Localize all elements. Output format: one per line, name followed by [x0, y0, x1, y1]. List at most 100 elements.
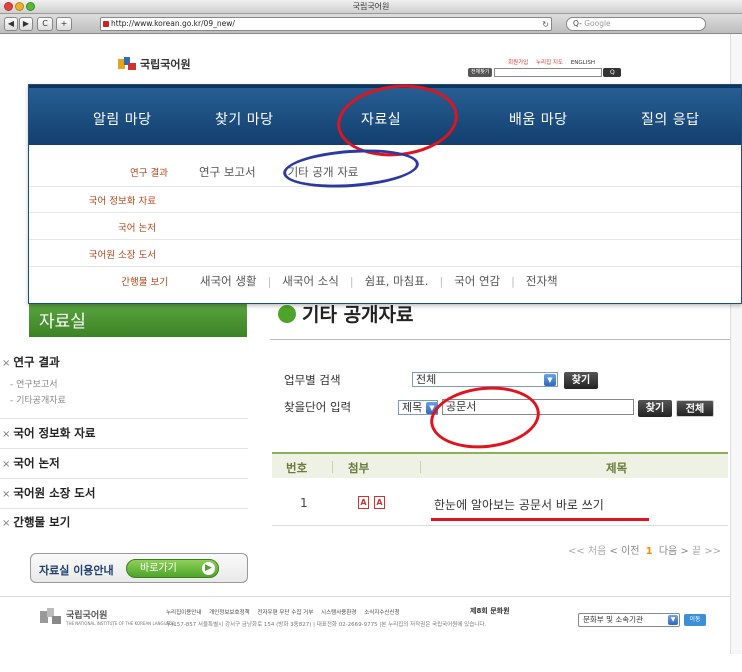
sidebar-divider	[0, 448, 248, 449]
address-bar[interactable]: http://www.korean.go.kr/09_new/ ↻	[100, 17, 552, 31]
related-sites-value: 문화부 및 소속기관	[583, 615, 643, 624]
footer-divider	[0, 596, 730, 597]
submenu-link-new-korean-life[interactable]: 새국어 생활	[200, 273, 257, 289]
site-search-button[interactable]: Q	[603, 67, 622, 77]
page-title-text: 기타 공개자료	[302, 304, 414, 326]
favicon-icon	[103, 21, 109, 27]
usage-guide-button-label: 바로가기	[140, 563, 177, 574]
pager-prev[interactable]: < 이전	[610, 546, 640, 557]
util-link-sitemap[interactable]: 누리집 지도	[536, 60, 563, 66]
sidebar-item-publications[interactable]: × 간행물 보기	[2, 514, 70, 530]
submenu-link-new-korean-news[interactable]: 새국어 소식	[282, 273, 339, 289]
submenu-link-other-public[interactable]: 기타 공개 자료	[288, 164, 359, 180]
footer-link[interactable]: 전자우편 무단 수집 거부	[257, 610, 313, 616]
browser-toolbar: ◀ ▶ C + http://www.korean.go.kr/09_new/ …	[0, 14, 742, 34]
sidebar-item-label: 간행물 보기	[13, 515, 71, 529]
bullet-icon: ×	[2, 358, 11, 369]
footer-link[interactable]: 시스템사용환경	[321, 610, 356, 616]
keyword-input[interactable]: 공문서	[442, 399, 634, 415]
back-button[interactable]: ◀	[4, 17, 18, 31]
sidebar-item-research[interactable]: × 연구 결과	[2, 354, 60, 370]
sidebar-sub-other-public[interactable]: - 기타공개자료	[10, 393, 66, 406]
add-bookmark-button[interactable]: +	[56, 17, 72, 31]
footer-logo-sub: THE NATIONAL INSTITUTE OF THE KOREAN LAN…	[66, 621, 175, 626]
submenu-link-ebook[interactable]: 전자책	[526, 273, 558, 289]
table-header: 번호 첨부 제목	[272, 452, 728, 478]
nav-item-notice[interactable]: 알림 마당	[93, 109, 151, 129]
mega-menu: 알림 마당 찾기 마당 자료실 배움 마당 질의 응답 연구 결과 연구 보고서…	[28, 84, 742, 304]
col-attach: 첨부	[348, 461, 370, 475]
browser-search-field[interactable]: Q- Google	[566, 17, 706, 31]
sidebar-divider	[0, 508, 248, 509]
usage-guide-label: 자료실 이용안내	[39, 564, 114, 577]
footer-link[interactable]: 누리집이용안내	[166, 610, 201, 616]
col-title: 제목	[606, 461, 628, 475]
related-sites-go-button[interactable]: 이동	[684, 614, 706, 626]
site-search-category[interactable]: 전체찾기	[468, 67, 493, 77]
submenu-row-publications: 간행물 보기 새국어 생활 | 새국어 소식 | 쉼표, 마침표. | 국어 연…	[29, 273, 558, 289]
footer-link[interactable]: 소식지수신신청	[364, 610, 399, 616]
submenu-link-punctuation[interactable]: 쉼표, 마침표.	[365, 273, 429, 289]
submenu-label-informatization[interactable]: 국어 정보화 자료	[29, 193, 156, 207]
forward-button[interactable]: ▶	[19, 17, 33, 31]
submenu-label-library[interactable]: 국어원 소장 도서	[29, 247, 156, 261]
submenu-link-yearbook[interactable]: 국어 연감	[454, 273, 500, 289]
site-search-input[interactable]	[494, 67, 603, 77]
nav-item-archive[interactable]: 자료실	[361, 109, 401, 129]
title-bullet-icon	[278, 305, 296, 323]
search-panel: 업무별 검색 전체 ▼ 찾기 찾을단어 입력 제목 ▼ 공문서 찾기 전체	[272, 362, 728, 432]
pager-next[interactable]: 다음 >	[659, 546, 689, 557]
sidebar-sub-label: 연구보고서	[16, 380, 58, 390]
submenu-link-reports[interactable]: 연구 보고서	[199, 164, 256, 180]
usage-guide-button[interactable]: 바로가기 ▶	[126, 559, 219, 578]
usage-guide-box: 자료실 이용안내 바로가기 ▶	[30, 553, 248, 583]
dept-search-button[interactable]: 찾기	[564, 372, 598, 389]
submenu-divider	[29, 212, 741, 213]
sidebar-item-papers[interactable]: × 국어 논저	[2, 455, 60, 471]
submenu-divider	[29, 239, 741, 240]
sidebar-divider	[0, 478, 248, 479]
sidebar-heading: 자료실	[29, 303, 247, 337]
address-text: http://www.korean.go.kr/09_new/	[111, 19, 235, 28]
related-sites-select[interactable]: 문화부 및 소속기관 ▼	[578, 613, 680, 627]
page-reload-icon[interactable]: ↻	[542, 19, 549, 31]
chevron-down-icon[interactable]: ▼	[426, 402, 438, 414]
logo-text: 국립국어원	[140, 58, 191, 71]
row-title-link[interactable]: 한눈에 알아보는 공문서 바로 쓰기	[434, 496, 604, 513]
bullet-icon: ×	[2, 489, 11, 500]
sidebar-divider	[0, 418, 248, 419]
pager-last[interactable]: 끝 >>	[692, 546, 721, 557]
dept-select[interactable]: 전체	[412, 372, 558, 387]
bullet-icon: ×	[2, 459, 11, 470]
submenu-label-research[interactable]: 연구 결과	[29, 165, 168, 179]
footer-award: 제8회 문화원	[470, 607, 510, 615]
pdf-icon[interactable]: A	[374, 496, 385, 509]
sidebar-sub-reports[interactable]: - 연구보고서	[10, 377, 58, 390]
nav-item-learn[interactable]: 배움 마당	[509, 109, 567, 129]
show-all-button[interactable]: 전체	[676, 400, 714, 417]
nav-item-find[interactable]: 찾기 마당	[215, 109, 273, 129]
arrow-right-icon: ▶	[202, 562, 215, 575]
nav-item-qna[interactable]: 질의 응답	[641, 109, 699, 129]
sidebar-item-informatization[interactable]: × 국어 정보화 자료	[2, 425, 95, 441]
find-button[interactable]: 찾기	[638, 400, 672, 417]
site-logo[interactable]: 국립국어원	[118, 56, 191, 72]
footer-logo-mark-icon	[40, 608, 62, 626]
util-link-english[interactable]: ENGLISH	[571, 60, 595, 66]
pager-current[interactable]: 1	[646, 546, 653, 557]
archive-submenu: 연구 결과 연구 보고서 기타 공개 자료 국어 정보화 자료 국어 논저 국어…	[29, 145, 741, 303]
chevron-down-icon[interactable]: ▼	[544, 374, 556, 386]
pager-first[interactable]: << 처음	[568, 546, 606, 557]
pdf-icon[interactable]: A	[358, 496, 369, 509]
reload-button[interactable]: C	[37, 17, 53, 31]
footer-link[interactable]: 개인정보보호정책	[209, 610, 249, 616]
submenu-divider	[29, 266, 741, 267]
submenu-separator: |	[349, 274, 354, 288]
submenu-label-publications[interactable]: 간행물 보기	[29, 274, 168, 288]
submenu-separator: |	[267, 274, 272, 288]
window-titlebar: 국립국어원	[0, 0, 742, 14]
submenu-label-papers[interactable]: 국어 논저	[29, 220, 156, 234]
sidebar-item-library[interactable]: × 국어원 소장 도서	[2, 485, 95, 501]
util-link-signup[interactable]: 회원가입	[508, 60, 528, 66]
site-search: 전체찾기 Q	[468, 67, 622, 77]
